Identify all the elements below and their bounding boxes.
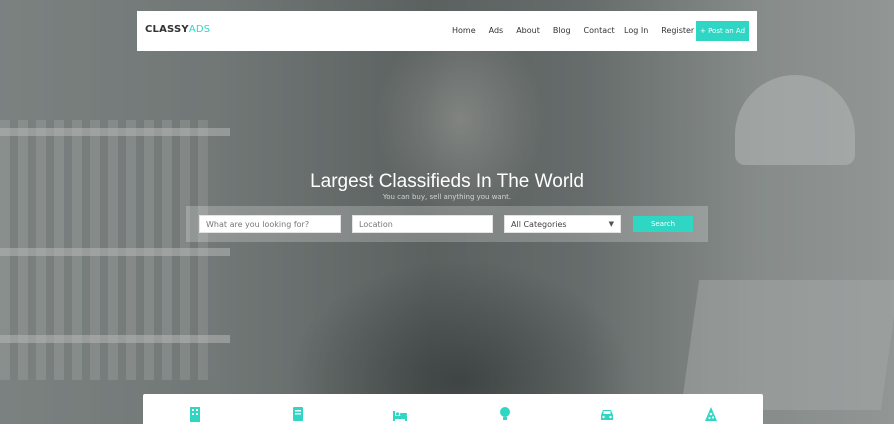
register-link[interactable]: Register bbox=[661, 26, 694, 35]
hero-subtitle: You can buy, sell anything you want. bbox=[382, 193, 512, 201]
car-icon[interactable] bbox=[599, 406, 615, 422]
book-icon[interactable] bbox=[290, 406, 306, 422]
main-nav: Home Ads About Blog Contact bbox=[452, 26, 615, 35]
logo-accent-text: ADS bbox=[188, 24, 211, 35]
category-select[interactable]: All Categories ▼ bbox=[504, 215, 621, 233]
navbar: CLASSYADS Home Ads About Blog Contact Lo… bbox=[137, 11, 757, 51]
chevron-down-icon: ▼ bbox=[608, 220, 614, 228]
nav-link-contact[interactable]: Contact bbox=[584, 26, 615, 35]
site-logo[interactable]: CLASSYADS bbox=[145, 24, 210, 35]
bed-icon[interactable] bbox=[392, 406, 408, 422]
building-icon[interactable] bbox=[187, 406, 203, 422]
auth-links: Log In Register bbox=[624, 26, 694, 35]
logo-main-text: CLASSY bbox=[145, 24, 189, 35]
post-ad-button[interactable]: + Post an Ad bbox=[696, 21, 749, 41]
search-panel: What are you looking for? Location All C… bbox=[186, 206, 708, 242]
category-strip bbox=[143, 394, 763, 434]
lightbulb-icon[interactable] bbox=[497, 406, 513, 422]
category-select-value: All Categories bbox=[511, 219, 567, 229]
nav-link-home[interactable]: Home bbox=[452, 26, 476, 35]
nav-link-blog[interactable]: Blog bbox=[553, 26, 571, 35]
location-input[interactable]: Location bbox=[352, 215, 493, 233]
keyword-input[interactable]: What are you looking for? bbox=[199, 215, 341, 233]
nav-link-ads[interactable]: Ads bbox=[489, 26, 504, 35]
hero-title: Largest Classifieds In The World bbox=[310, 171, 584, 192]
pizza-icon[interactable] bbox=[703, 406, 719, 422]
nav-link-about[interactable]: About bbox=[516, 26, 540, 35]
login-link[interactable]: Log In bbox=[624, 26, 648, 35]
search-button[interactable]: Search bbox=[633, 216, 693, 232]
